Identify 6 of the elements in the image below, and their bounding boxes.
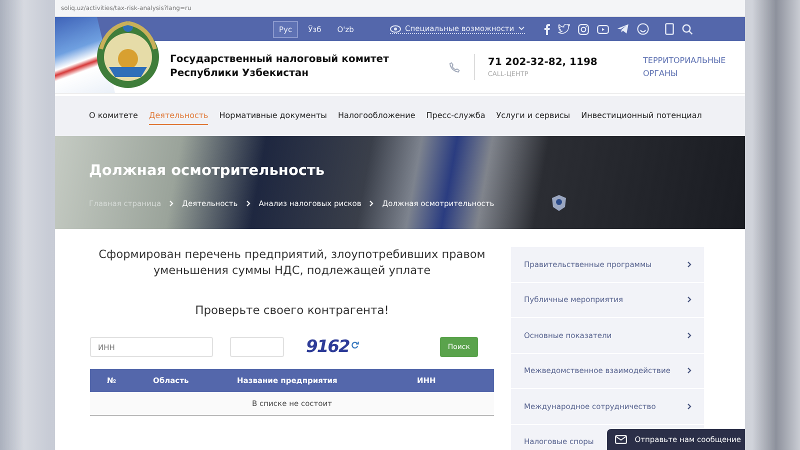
site-title: Республики Узбекистан [170, 67, 310, 81]
site-title: Государственный налоговый комитет [170, 53, 389, 67]
check-heading: Проверьте своего контрагента! [194, 303, 390, 317]
page-title: Должная осмотрительность [89, 163, 326, 179]
notice-heading: Сформирован перечень предприятий, злоупотребивших правом уменьшения суммы НДС, подлежащей уплате [98, 247, 486, 279]
captcha-image: 9162 [306, 337, 350, 357]
